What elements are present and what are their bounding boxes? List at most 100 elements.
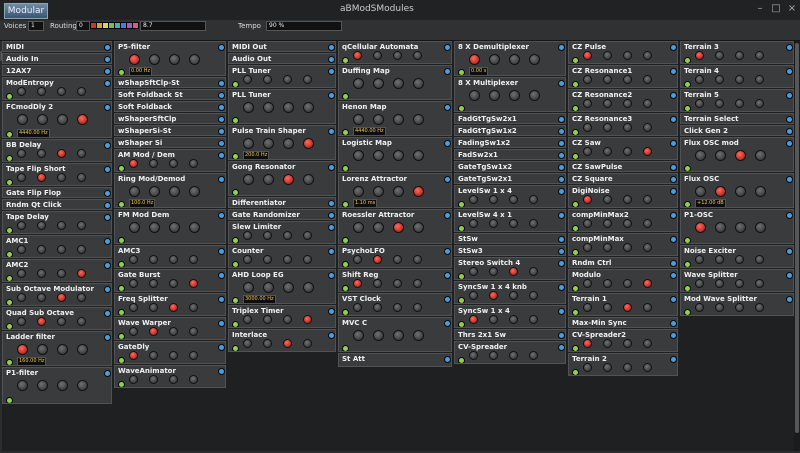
knob-icon[interactable] <box>77 87 86 96</box>
knob-icon[interactable] <box>735 150 746 161</box>
knob-icon[interactable] <box>489 351 498 360</box>
knob-icon[interactable] <box>695 255 704 264</box>
module-panel[interactable]: qCellular Automata <box>338 41 452 64</box>
output-jack-icon[interactable] <box>786 68 793 75</box>
output-jack-icon[interactable] <box>218 92 225 99</box>
knob-icon[interactable] <box>373 255 382 264</box>
module-panel[interactable]: Wave Splitter <box>680 269 794 292</box>
module-panel[interactable]: MVC C <box>338 317 452 352</box>
module-panel[interactable]: compMinMax <box>568 233 678 256</box>
output-jack-icon[interactable] <box>670 92 677 99</box>
module-panel[interactable]: Terrain 1 <box>568 293 678 316</box>
input-jack-icon[interactable] <box>458 357 465 363</box>
knob-icon[interactable] <box>283 231 292 240</box>
output-jack-icon[interactable] <box>670 176 677 183</box>
module-panel[interactable]: LevelSw 4 x 1 <box>454 209 566 232</box>
knob-icon[interactable] <box>469 291 478 300</box>
knob-icon[interactable] <box>37 173 46 182</box>
knob-icon[interactable] <box>243 102 254 113</box>
knob-icon[interactable] <box>129 159 138 168</box>
knob-icon[interactable] <box>603 51 612 60</box>
knob-icon[interactable] <box>583 123 592 132</box>
knob-icon[interactable] <box>393 279 402 288</box>
module-panel[interactable]: Quad Sub Octave <box>2 307 112 330</box>
knob-icon[interactable] <box>373 186 384 197</box>
module-panel[interactable]: DigiNoise <box>568 185 678 208</box>
module-panel[interactable]: P1-OSC <box>680 209 794 244</box>
knob-icon[interactable] <box>283 75 292 84</box>
knob-icon[interactable] <box>393 51 402 60</box>
knob-icon[interactable] <box>509 267 518 276</box>
knob-icon[interactable] <box>509 54 520 65</box>
output-jack-icon[interactable] <box>558 44 565 51</box>
knob-icon[interactable] <box>583 147 592 156</box>
input-jack-icon[interactable] <box>572 153 579 159</box>
knob-icon[interactable] <box>413 279 422 288</box>
output-jack-icon[interactable] <box>786 128 793 135</box>
output-jack-icon[interactable] <box>104 286 111 293</box>
input-jack-icon[interactable] <box>118 261 125 267</box>
knob-icon[interactable] <box>149 54 160 65</box>
module-panel[interactable]: Rndm Ctrl <box>568 257 678 268</box>
knob-icon[interactable] <box>373 279 382 288</box>
knob-icon[interactable] <box>695 303 704 312</box>
knob-icon[interactable] <box>17 245 26 254</box>
knob-icon[interactable] <box>373 78 384 89</box>
routing-field[interactable]: 0 <box>76 21 90 31</box>
knob-icon[interactable] <box>169 303 178 312</box>
input-jack-icon[interactable] <box>6 251 13 257</box>
knob-icon[interactable] <box>189 255 198 264</box>
knob-icon[interactable] <box>529 351 538 360</box>
knob-icon[interactable] <box>623 123 632 132</box>
knob-icon[interactable] <box>715 303 724 312</box>
module-panel[interactable]: CV-Spreader <box>454 341 566 364</box>
input-jack-icon[interactable] <box>458 297 465 303</box>
knob-icon[interactable] <box>283 255 292 264</box>
knob-icon[interactable] <box>583 279 592 288</box>
knob-icon[interactable] <box>623 147 632 156</box>
input-jack-icon[interactable] <box>458 321 465 327</box>
input-jack-icon[interactable] <box>232 153 239 159</box>
knob-icon[interactable] <box>149 303 158 312</box>
knob-icon[interactable] <box>17 317 26 326</box>
knob-icon[interactable] <box>603 303 612 312</box>
module-panel[interactable]: P5-filter 0.00 Hz <box>114 41 226 76</box>
knob-icon[interactable] <box>353 303 362 312</box>
module-panel[interactable]: Henon Map 4440.00 Hz <box>338 101 452 136</box>
input-jack-icon[interactable] <box>118 309 125 315</box>
output-jack-icon[interactable] <box>558 236 565 243</box>
knob-icon[interactable] <box>583 243 592 252</box>
knob-icon[interactable] <box>57 87 66 96</box>
module-panel[interactable]: Wave Warper <box>114 317 226 340</box>
module-panel[interactable]: FadGtTgSw2x1 <box>454 113 566 124</box>
knob-icon[interactable] <box>603 339 612 348</box>
knob-icon[interactable] <box>583 339 592 348</box>
module-panel[interactable]: Tape Delay <box>2 211 112 234</box>
knob-icon[interactable] <box>623 99 632 108</box>
knob-icon[interactable] <box>243 231 252 240</box>
output-jack-icon[interactable] <box>670 272 677 279</box>
output-jack-icon[interactable] <box>328 212 335 219</box>
knob-icon[interactable] <box>755 279 764 288</box>
module-panel[interactable]: GateDly <box>114 341 226 364</box>
module-panel[interactable]: Ring Mod/Demod 100.0 Hz <box>114 173 226 208</box>
output-jack-icon[interactable] <box>104 190 111 197</box>
output-jack-icon[interactable] <box>444 356 451 363</box>
knob-icon[interactable] <box>623 75 632 84</box>
module-panel[interactable]: Gate Randomizer <box>228 209 336 220</box>
knob-icon[interactable] <box>413 78 424 89</box>
voices-field[interactable]: 1 <box>28 21 44 31</box>
input-jack-icon[interactable] <box>572 129 579 135</box>
output-jack-icon[interactable] <box>328 92 335 99</box>
input-jack-icon[interactable] <box>232 237 239 243</box>
output-jack-icon[interactable] <box>104 56 111 63</box>
knob-icon[interactable] <box>77 221 86 230</box>
knob-icon[interactable] <box>243 315 252 324</box>
input-jack-icon[interactable] <box>342 345 349 351</box>
knob-icon[interactable] <box>77 269 86 278</box>
output-jack-icon[interactable] <box>328 200 335 207</box>
output-jack-icon[interactable] <box>444 104 451 111</box>
knob-icon[interactable] <box>755 51 764 60</box>
input-jack-icon[interactable] <box>6 227 13 233</box>
module-panel[interactable]: Terrain 2 <box>568 353 678 376</box>
